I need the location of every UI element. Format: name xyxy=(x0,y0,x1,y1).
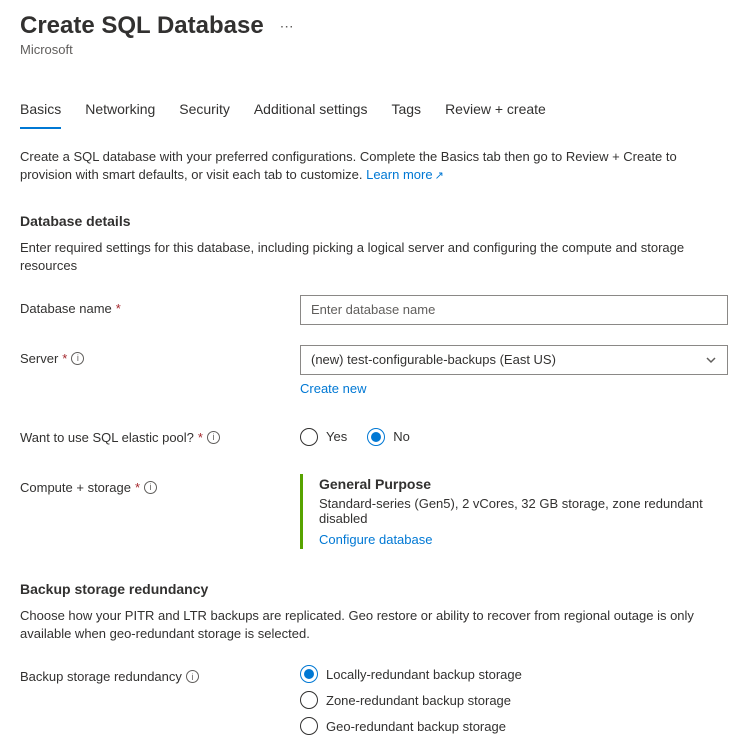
backup-desc: Choose how your PITR and LTR backups are… xyxy=(20,607,728,643)
database-name-label: Database name * xyxy=(20,295,300,316)
backup-geo-radio[interactable]: Geo-redundant backup storage xyxy=(300,717,728,735)
database-name-input[interactable] xyxy=(300,295,728,325)
required-indicator: * xyxy=(135,480,140,495)
database-details-heading: Database details xyxy=(20,213,728,229)
chevron-down-icon xyxy=(705,354,717,366)
info-icon[interactable]: i xyxy=(144,481,157,494)
radio-label: Locally-redundant backup storage xyxy=(326,667,522,682)
external-link-icon: ↗ xyxy=(435,170,444,182)
elastic-pool-label-text: Want to use SQL elastic pool? xyxy=(20,430,194,445)
radio-icon xyxy=(367,428,385,446)
required-indicator: * xyxy=(198,430,203,445)
radio-icon xyxy=(300,691,318,709)
radio-label: Zone-redundant backup storage xyxy=(326,693,511,708)
tab-tags[interactable]: Tags xyxy=(391,93,421,129)
compute-storage-label-text: Compute + storage xyxy=(20,480,131,495)
database-details-desc: Enter required settings for this databas… xyxy=(20,239,728,275)
compute-tier-desc: Standard-series (Gen5), 2 vCores, 32 GB … xyxy=(319,496,728,526)
elastic-pool-yes-radio[interactable]: Yes xyxy=(300,428,347,446)
server-select[interactable]: (new) test-configurable-backups (East US… xyxy=(300,345,728,375)
required-indicator: * xyxy=(62,351,67,366)
tab-bar: Basics Networking Security Additional se… xyxy=(20,93,728,130)
intro-body: Create a SQL database with your preferre… xyxy=(20,149,677,182)
page-title: Create SQL Database xyxy=(20,12,264,40)
page-subtitle: Microsoft xyxy=(20,42,728,57)
radio-label: No xyxy=(393,429,410,444)
learn-more-link[interactable]: Learn more↗ xyxy=(366,167,444,182)
elastic-pool-no-radio[interactable]: No xyxy=(367,428,410,446)
required-indicator: * xyxy=(116,301,121,316)
backup-redundancy-label: Backup storage redundancy i xyxy=(20,663,300,684)
tab-basics[interactable]: Basics xyxy=(20,93,61,129)
radio-label: Yes xyxy=(326,429,347,444)
backup-heading: Backup storage redundancy xyxy=(20,581,728,597)
server-label-text: Server xyxy=(20,351,58,366)
tab-networking[interactable]: Networking xyxy=(85,93,155,129)
learn-more-label: Learn more xyxy=(366,167,432,182)
intro-text: Create a SQL database with your preferre… xyxy=(20,148,728,185)
server-label: Server * i xyxy=(20,345,300,366)
backup-zone-radio[interactable]: Zone-redundant backup storage xyxy=(300,691,728,709)
info-icon[interactable]: i xyxy=(207,431,220,444)
backup-local-radio[interactable]: Locally-redundant backup storage xyxy=(300,665,728,683)
elastic-pool-label: Want to use SQL elastic pool? * i xyxy=(20,424,300,445)
compute-storage-label: Compute + storage * i xyxy=(20,474,300,495)
database-name-label-text: Database name xyxy=(20,301,112,316)
configure-database-link[interactable]: Configure database xyxy=(319,532,432,547)
info-icon[interactable]: i xyxy=(71,352,84,365)
create-new-server-link[interactable]: Create new xyxy=(300,381,366,396)
tab-review-create[interactable]: Review + create xyxy=(445,93,546,129)
radio-icon xyxy=(300,428,318,446)
more-actions-button[interactable]: ⋯ xyxy=(280,18,296,35)
radio-icon xyxy=(300,717,318,735)
tab-additional-settings[interactable]: Additional settings xyxy=(254,93,368,129)
compute-tier-title: General Purpose xyxy=(319,476,728,492)
info-icon[interactable]: i xyxy=(186,670,199,683)
server-select-value: (new) test-configurable-backups (East US… xyxy=(311,352,556,367)
radio-icon xyxy=(300,665,318,683)
compute-summary: General Purpose Standard-series (Gen5), … xyxy=(300,474,728,549)
tab-security[interactable]: Security xyxy=(179,93,230,129)
radio-label: Geo-redundant backup storage xyxy=(326,719,506,734)
backup-redundancy-label-text: Backup storage redundancy xyxy=(20,669,182,684)
